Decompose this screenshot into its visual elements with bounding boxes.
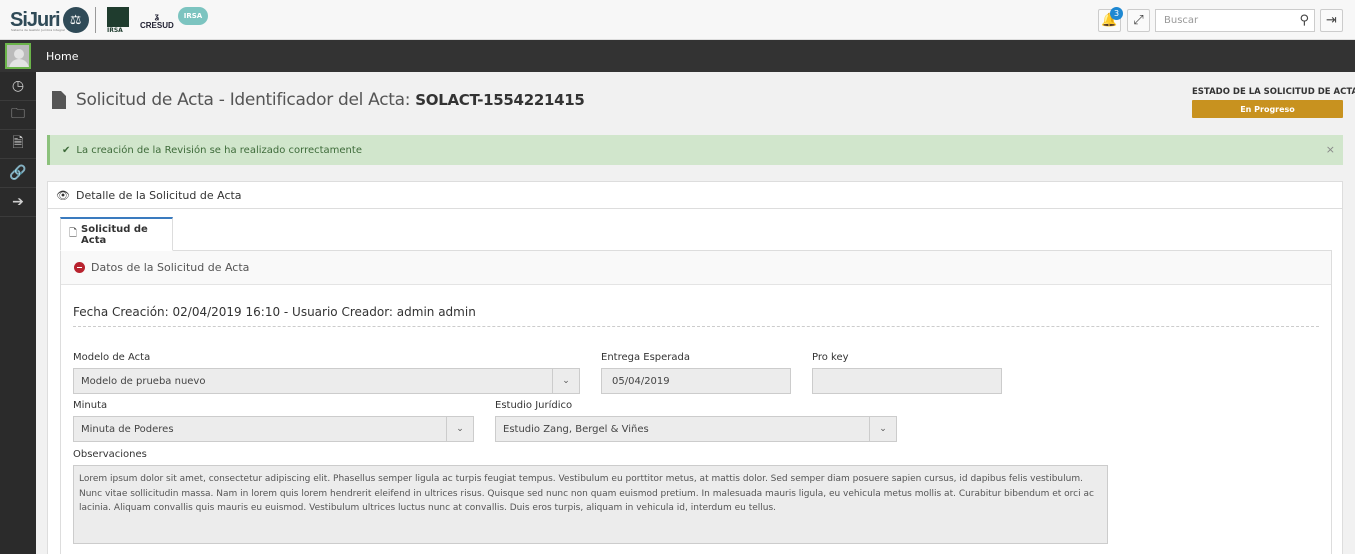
acta-id: SOLACT-1554221415 (415, 91, 585, 109)
collapse-icon[interactable] (74, 262, 85, 273)
logo-divider (95, 7, 96, 33)
search-icon[interactable]: ⚲ (1299, 13, 1309, 28)
eye-icon: 👁 (56, 188, 70, 202)
irsa2-logo-text: IRSA (178, 7, 208, 25)
cresud-logo: ʓ CRESUD (140, 12, 174, 30)
modelo-select[interactable]: Modelo de prueba nuevo ⌄ (73, 368, 580, 394)
observaciones-textarea[interactable]: Lorem ipsum dolor sit amet, consectetur … (73, 465, 1108, 544)
chevron-down-icon[interactable]: ⌄ (869, 417, 896, 441)
sijuri-logo-text: SiJuri (10, 9, 61, 31)
link-icon[interactable]: 🔗 (0, 159, 36, 188)
entrega-value: 05/04/2019 (612, 375, 670, 387)
panel-title: Detalle de la Solicitud de Acta (75, 188, 242, 202)
close-icon[interactable]: × (1326, 143, 1335, 156)
section-header[interactable]: Datos de la Solicitud de Acta (61, 251, 1331, 285)
tab-solicitud-de-acta[interactable]: 🗋 Solicitud de Acta (60, 217, 173, 251)
sijuri-tagline: Sistema de Gestión Jurídica Integral (11, 28, 65, 32)
arrow-right-icon[interactable]: ➔ (0, 188, 36, 217)
irsa-logo: IRSA (107, 7, 129, 34)
document-icon[interactable]: 🗎 (0, 130, 36, 159)
check-icon: ✔ (62, 144, 71, 156)
breadcrumb-home[interactable]: Home (46, 50, 78, 63)
section-box: Datos de la Solicitud de Acta Fecha Crea… (60, 250, 1332, 554)
irsa-comerciales-logo: IRSA (178, 7, 208, 25)
irsa-logo-text: IRSA (107, 27, 123, 34)
entrega-label: Entrega Esperada (601, 352, 691, 363)
entrega-field[interactable]: 05/04/2019 (601, 368, 791, 394)
modelo-value: Modelo de prueba nuevo (81, 375, 206, 387)
modelo-label: Modelo de Acta (73, 352, 151, 363)
search-box: ⚲ (1155, 9, 1315, 32)
nav-bar: Home (0, 40, 1355, 72)
observaciones-label: Observaciones (73, 449, 147, 460)
minuta-label: Minuta (73, 400, 108, 411)
creation-meta: Fecha Creación: 02/04/2019 16:10 - Usuar… (73, 305, 1319, 327)
prokey-label: Pro key (812, 352, 849, 363)
top-header: SiJuri ⚖ Sistema de Gestión Jurídica Int… (0, 0, 1355, 40)
folder-icon[interactable]: 🗀 (0, 101, 36, 130)
notification-count-badge: 3 (1110, 7, 1123, 20)
chevron-down-icon[interactable]: ⌄ (446, 417, 473, 441)
tab-label: Solicitud de Acta (81, 223, 148, 246)
search-input[interactable] (1156, 10, 1288, 31)
prokey-field[interactable] (812, 368, 1002, 394)
page-title: Solicitud de Acta - Identificador del Ac… (52, 90, 585, 110)
state-label: ESTADO DE LA SOLICITUD DE ACTA (1192, 87, 1355, 97)
estudio-label: Estudio Jurídico (495, 400, 573, 411)
document-icon (52, 91, 66, 109)
page-title-prefix: Solicitud de Acta - Identificador del Ac… (76, 90, 411, 110)
logout-icon[interactable]: ⇥ (1320, 9, 1343, 32)
minuta-value: Minuta de Poderes (81, 423, 174, 435)
section-title: Datos de la Solicitud de Acta (91, 261, 250, 274)
scale-icon: ⚖ (62, 7, 89, 33)
chevron-down-icon[interactable]: ⌄ (552, 369, 579, 393)
status-badge: En Progreso (1192, 100, 1343, 118)
file-icon: 🗋 (69, 228, 78, 239)
detail-panel: 👁 Detalle de la Solicitud de Acta 🗋 Soli… (47, 181, 1343, 554)
dashboard-icon[interactable]: ◷ (0, 72, 36, 101)
sidebar: ◷ 🗀 🗎 🔗 ➔ (0, 72, 36, 554)
avatar[interactable] (5, 43, 31, 69)
estudio-value: Estudio Zang, Bergel & Viñes (503, 423, 649, 435)
sijuri-logo[interactable]: SiJuri ⚖ Sistema de Gestión Jurídica Int… (10, 6, 89, 34)
alert-message: La creación de la Revisión se ha realiza… (76, 144, 362, 156)
estudio-select[interactable]: Estudio Zang, Bergel & Viñes ⌄ (495, 416, 897, 442)
minuta-select[interactable]: Minuta de Poderes ⌄ (73, 416, 474, 442)
fullscreen-expand-icon[interactable]: ⤢ (1127, 9, 1150, 32)
cresud-logo-text: CRESUD (140, 21, 174, 30)
main-content: Solicitud de Acta - Identificador del Ac… (36, 72, 1355, 554)
success-alert: ✔ La creación de la Revisión se ha reali… (47, 135, 1343, 165)
panel-header: 👁 Detalle de la Solicitud de Acta (48, 182, 1342, 209)
